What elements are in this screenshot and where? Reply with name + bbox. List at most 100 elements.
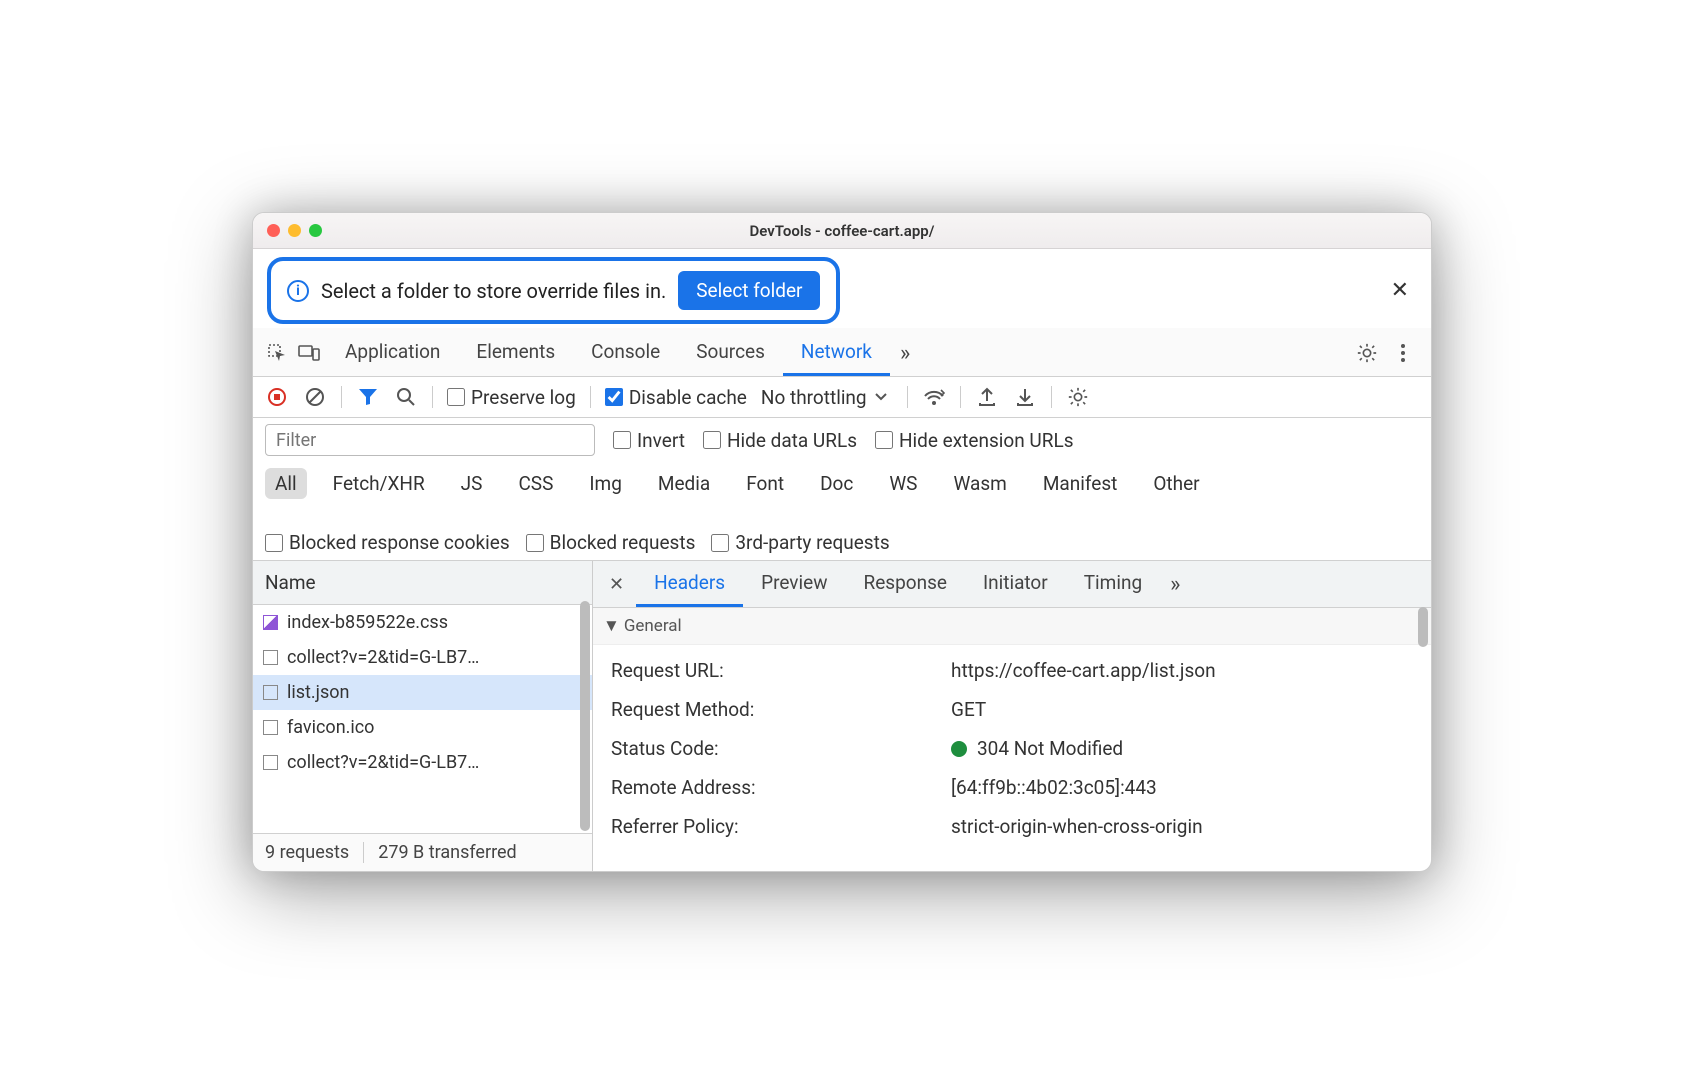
request-name: collect?v=2&tid=G-LB7… <box>287 647 479 668</box>
devtools-window: DevTools - coffee-cart.app/ i Select a f… <box>252 212 1432 872</box>
record-button-icon[interactable] <box>265 385 289 409</box>
chip-ws[interactable]: WS <box>879 468 927 499</box>
kv-value: strict-origin-when-cross-origin <box>951 815 1203 838</box>
detail-tab-headers[interactable]: Headers <box>636 561 743 607</box>
kv-row: Referrer Policy:strict-origin-when-cross… <box>611 807 1413 846</box>
chip-media[interactable]: Media <box>648 468 720 499</box>
disable-cache-label: Disable cache <box>629 386 747 409</box>
kv-key: Referrer Policy: <box>611 815 951 838</box>
type-filter-chips: All Fetch/XHR JS CSS Img Media Font Doc WS Wasm Ma… <box>253 462 1431 561</box>
device-toolbar-icon[interactable] <box>295 339 323 367</box>
close-detail-icon[interactable]: ✕ <box>597 566 636 603</box>
file-icon <box>263 755 278 770</box>
chip-js[interactable]: JS <box>451 468 493 499</box>
css-file-icon <box>263 615 278 630</box>
request-name: collect?v=2&tid=G-LB7… <box>287 752 479 773</box>
preserve-log-checkbox[interactable]: Preserve log <box>447 386 576 409</box>
inspect-icon[interactable] <box>263 339 291 367</box>
chip-img[interactable]: Img <box>579 468 632 499</box>
kv-value: 304 Not Modified <box>951 737 1123 760</box>
scrollbar-icon[interactable] <box>580 601 590 831</box>
chip-doc[interactable]: Doc <box>810 468 863 499</box>
chip-other[interactable]: Other <box>1143 468 1209 499</box>
chip-fetchxhr[interactable]: Fetch/XHR <box>323 468 435 499</box>
kv-value: [64:ff9b::4b02:3c05]:443 <box>951 776 1157 799</box>
chip-css[interactable]: CSS <box>508 468 563 499</box>
request-item[interactable]: collect?v=2&tid=G-LB7… <box>253 640 592 675</box>
file-icon <box>263 720 278 735</box>
filter-input[interactable] <box>265 424 595 456</box>
chip-font[interactable]: Font <box>736 468 794 499</box>
general-label: General <box>624 616 682 636</box>
general-section-header[interactable]: ▼ General <box>593 608 1431 645</box>
kv-row: Request Method:GET <box>611 690 1413 729</box>
kv-row: Remote Address:[64:ff9b::4b02:3c05]:443 <box>611 768 1413 807</box>
preserve-log-label: Preserve log <box>471 386 576 409</box>
network-settings-gear-icon[interactable] <box>1066 385 1090 409</box>
tab-console[interactable]: Console <box>573 330 678 376</box>
request-name: index-b859522e.css <box>287 612 448 633</box>
select-folder-button[interactable]: Select folder <box>678 271 820 310</box>
disclosure-triangle-icon: ▼ <box>603 616 620 636</box>
override-infobar: i Select a folder to store override file… <box>267 257 840 324</box>
request-item[interactable]: favicon.ico <box>253 710 592 745</box>
kv-key: Request Method: <box>611 698 951 721</box>
disable-cache-checkbox[interactable]: Disable cache <box>605 386 747 409</box>
kv-key: Status Code: <box>611 737 951 760</box>
file-icon <box>263 650 278 665</box>
file-icon <box>263 685 278 700</box>
close-infobar-button[interactable]: ✕ <box>1383 274 1417 307</box>
scrollbar-icon[interactable] <box>1418 607 1428 647</box>
detail-pane: ✕ HeadersPreviewResponseInitiatorTiming»… <box>593 561 1431 871</box>
tab-elements[interactable]: Elements <box>458 330 573 376</box>
upload-har-icon[interactable] <box>975 385 999 409</box>
chip-manifest[interactable]: Manifest <box>1033 468 1128 499</box>
transferred-size: 279 B transferred <box>363 842 516 863</box>
network-conditions-icon[interactable] <box>922 385 946 409</box>
panel-tabs: ApplicationElementsConsoleSourcesNetwork… <box>253 328 1431 377</box>
request-item[interactable]: list.json <box>253 675 592 710</box>
filter-row: Invert Hide data URLs Hide extension URL… <box>253 418 1431 462</box>
request-item[interactable]: collect?v=2&tid=G-LB7… <box>253 745 592 780</box>
network-split: Name index-b859522e.css collect?v=2&tid=G… <box>253 561 1431 871</box>
request-item[interactable]: index-b859522e.css <box>253 605 592 640</box>
request-count: 9 requests <box>265 842 349 863</box>
filter-funnel-icon[interactable] <box>356 385 380 409</box>
kv-key: Request URL: <box>611 659 951 682</box>
status-dot-icon <box>951 741 967 757</box>
tab-network[interactable]: Network <box>783 330 890 376</box>
kebab-menu-icon[interactable] <box>1389 339 1417 367</box>
hide-extension-urls-checkbox[interactable]: Hide extension URLs <box>875 429 1074 452</box>
blocked-requests-checkbox[interactable]: Blocked requests <box>526 531 696 554</box>
name-column-header[interactable]: Name <box>253 561 592 605</box>
third-party-checkbox[interactable]: 3rd-party requests <box>711 531 889 554</box>
info-icon: i <box>287 280 309 302</box>
chip-all[interactable]: All <box>265 468 307 499</box>
invert-checkbox[interactable]: Invert <box>613 429 685 452</box>
download-har-icon[interactable] <box>1013 385 1037 409</box>
request-list-pane: Name index-b859522e.css collect?v=2&tid=G… <box>253 561 593 871</box>
detail-tab-preview[interactable]: Preview <box>743 561 845 607</box>
settings-gear-icon[interactable] <box>1353 339 1381 367</box>
request-name: list.json <box>287 682 349 703</box>
request-name: favicon.ico <box>287 717 374 738</box>
blocked-cookies-checkbox[interactable]: Blocked response cookies <box>265 531 510 554</box>
detail-tab-initiator[interactable]: Initiator <box>965 561 1066 607</box>
invert-label: Invert <box>637 429 685 452</box>
hide-data-urls-checkbox[interactable]: Hide data URLs <box>703 429 857 452</box>
tab-sources[interactable]: Sources <box>678 330 783 376</box>
more-detail-tabs-icon[interactable]: » <box>1160 572 1190 597</box>
search-icon[interactable] <box>394 385 418 409</box>
chevron-down-icon <box>875 393 887 401</box>
detail-tab-timing[interactable]: Timing <box>1066 561 1160 607</box>
detail-tabs: ✕ HeadersPreviewResponseInitiatorTiming» <box>593 561 1431 608</box>
kv-value: GET <box>951 698 986 721</box>
kv-row: Request URL:https://coffee-cart.app/list… <box>611 651 1413 690</box>
throttling-dropdown[interactable]: No throttling <box>761 386 893 409</box>
chip-wasm[interactable]: Wasm <box>943 468 1016 499</box>
clear-icon[interactable] <box>303 385 327 409</box>
kv-key: Remote Address: <box>611 776 951 799</box>
more-tabs-icon[interactable]: » <box>890 341 920 366</box>
detail-tab-response[interactable]: Response <box>845 561 964 607</box>
tab-application[interactable]: Application <box>327 330 458 376</box>
